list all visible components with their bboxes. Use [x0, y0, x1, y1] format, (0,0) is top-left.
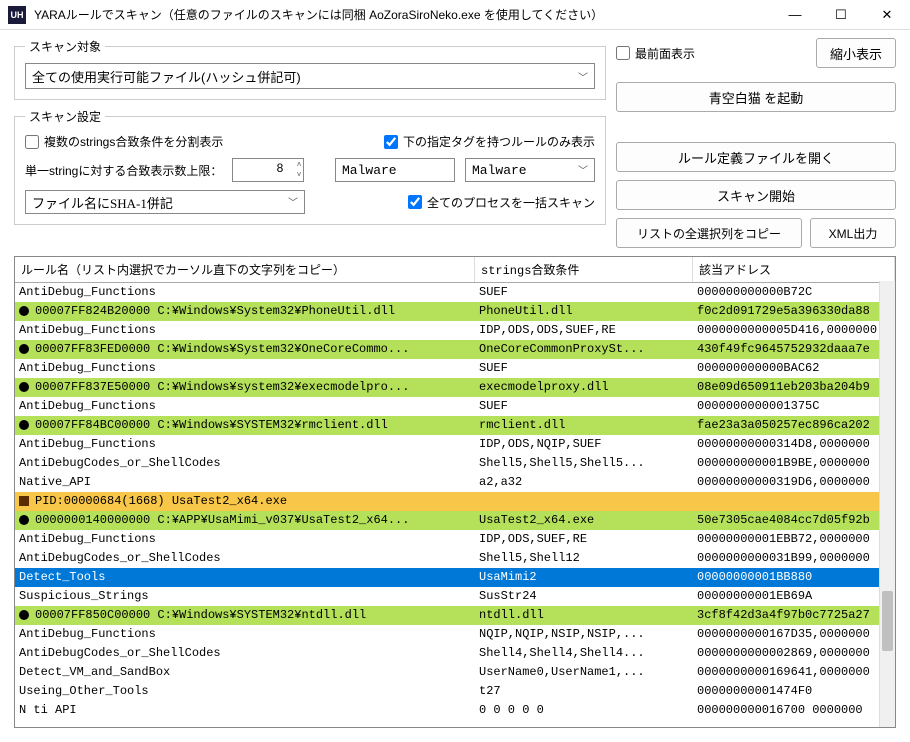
open-rule-button[interactable]: ルール定義ファイルを開く [616, 142, 896, 172]
scan-target-value: 全ての使用実行可能ファイル(ハッシュ併記可) [32, 67, 301, 86]
table-row[interactable]: AntiDebug_FunctionsSUEF000000000000B72C [15, 283, 895, 302]
table-row[interactable]: Useing_Other_Toolst2700000000001474F0 [15, 682, 895, 701]
tag2-combo[interactable]: Malware ﹀ [465, 158, 595, 182]
xml-output-button[interactable]: XML出力 [810, 218, 896, 248]
table-row[interactable]: AntiDebug_FunctionsNQIP,NQIP,NSIP,NSIP,.… [15, 625, 895, 644]
table-row[interactable]: Detect_VM_and_SandBoxUserName0,UserName1… [15, 663, 895, 682]
close-button[interactable]: ✕ [864, 0, 910, 30]
launch-button[interactable]: 青空白猫 を起動 [616, 82, 896, 112]
bullet-icon [19, 344, 29, 354]
table-row[interactable]: AntiDebug_FunctionsIDP,ODS,SUEF,RE000000… [15, 530, 895, 549]
vertical-scrollbar[interactable] [879, 281, 895, 727]
stepper-icon: ˄˅ [297, 160, 302, 180]
file-sha1-combo[interactable]: ファイル名にSHA-1併記 ﹀ [25, 190, 305, 214]
start-scan-button[interactable]: スキャン開始 [616, 180, 896, 210]
table-row[interactable]: 00007FF837E50000 C:¥Windows¥system32¥exe… [15, 378, 895, 397]
left-column: スキャン対象 全ての使用実行可能ファイル(ハッシュ併記可) ﹀ スキャン設定 複… [14, 38, 606, 248]
table-row[interactable]: AntiDebug_FunctionsIDP,ODS,NQIP,SUEF0000… [15, 435, 895, 454]
bullet-icon [19, 382, 29, 392]
table-row[interactable]: 00007FF84BC00000 C:¥Windows¥SYSTEM32¥rmc… [15, 416, 895, 435]
table-row[interactable]: AntiDebugCodes_or_ShellCodesShell4,Shell… [15, 644, 895, 663]
bullet-icon [19, 420, 29, 430]
window-controls: — ☐ ✕ [772, 0, 910, 30]
single-string-stepper[interactable]: 8 ˄˅ [232, 158, 304, 182]
tag1-combo[interactable]: Malware [335, 158, 455, 182]
bullet-icon [19, 515, 29, 525]
col-strings-match[interactable]: strings合致条件 [475, 257, 693, 282]
scan-settings-legend: スキャン設定 [25, 108, 105, 125]
tag-only-checkbox[interactable]: 下の指定タグを持つルールのみ表示 [384, 133, 595, 150]
chevron-down-icon: ﹀ [578, 69, 588, 84]
minimize-button[interactable]: — [772, 0, 818, 30]
content-area: スキャン対象 全ての使用実行可能ファイル(ハッシュ併記可) ﹀ スキャン設定 複… [0, 30, 910, 256]
col-address[interactable]: 該当アドレス [693, 257, 895, 282]
titlebar: UH YARAルールでスキャン（任意のファイルのスキャンには同梱 AoZoraS… [0, 0, 910, 30]
topmost-checkbox[interactable]: 最前面表示 [616, 45, 695, 62]
table-row[interactable]: AntiDebug_FunctionsSUEF0000000000001375C [15, 397, 895, 416]
table-body[interactable]: AntiDebug_FunctionsSUEF000000000000B72C0… [15, 283, 895, 727]
table-header: ルール名（リスト内選択でカーソル直下の文字列をコピー） strings合致条件 … [15, 257, 895, 283]
right-column: 最前面表示 縮小表示 青空白猫 を起動 ルール定義ファイルを開く スキャン開始 … [616, 38, 896, 248]
window-title: YARAルールでスキャン（任意のファイルのスキャンには同梱 AoZoraSiro… [34, 6, 772, 23]
table-row[interactable]: AntiDebugCodes_or_ShellCodesShell5,Shell… [15, 454, 895, 473]
scan-target-group: スキャン対象 全ての使用実行可能ファイル(ハッシュ併記可) ﹀ [14, 38, 606, 100]
split-display-checkbox[interactable]: 複数のstrings合致条件を分割表示 [25, 133, 223, 150]
table-row[interactable]: Native_APIa2,a3200000000000319D6,0000000 [15, 473, 895, 492]
table-row[interactable]: 00007FF824B20000 C:¥Windows¥System32¥Pho… [15, 302, 895, 321]
table-row[interactable]: PID:00000684(1668) UsaTest2_x64.exe [15, 492, 895, 511]
maximize-button[interactable]: ☐ [818, 0, 864, 30]
scan-target-legend: スキャン対象 [25, 38, 105, 55]
scrollbar-thumb[interactable] [882, 591, 893, 651]
scan-settings-group: スキャン設定 複数のstrings合致条件を分割表示 下の指定タグを持つルールの… [14, 108, 606, 225]
table-row[interactable]: Suspicious_StringsSusStr2400000000001EB6… [15, 587, 895, 606]
single-string-label: 単一stringに対する合致表示数上限： [25, 162, 222, 179]
table-row[interactable]: 0000000140000000 C:¥APP¥UsaMimi_v037¥Usa… [15, 511, 895, 530]
results-table: ルール名（リスト内選択でカーソル直下の文字列をコピー） strings合致条件 … [14, 256, 896, 728]
app-icon: UH [8, 6, 26, 24]
copy-columns-button[interactable]: リストの全選択列をコピー [616, 218, 802, 248]
square-icon [19, 496, 29, 506]
table-row[interactable]: AntiDebug_FunctionsSUEF000000000000BAC62 [15, 359, 895, 378]
table-row[interactable]: AntiDebug_FunctionsIDP,ODS,ODS,SUEF,RE00… [15, 321, 895, 340]
shrink-button[interactable]: 縮小表示 [816, 38, 896, 68]
table-row[interactable]: AntiDebugCodes_or_ShellCodesShell5,Shell… [15, 549, 895, 568]
all-process-checkbox[interactable]: 全てのプロセスを一括スキャン [408, 194, 595, 211]
table-row[interactable]: 00007FF83FED0000 C:¥Windows¥System32¥One… [15, 340, 895, 359]
scan-target-select[interactable]: 全ての使用実行可能ファイル(ハッシュ併記可) ﹀ [25, 63, 595, 89]
chevron-down-icon: ﹀ [288, 194, 298, 210]
table-row[interactable]: N ti API 0 0 0 0 0000000000016700 000000… [15, 701, 895, 720]
table-row[interactable]: Detect_ToolsUsaMimi200000000001BB880 [15, 568, 895, 587]
col-rule-name[interactable]: ルール名（リスト内選択でカーソル直下の文字列をコピー） [15, 257, 475, 282]
bullet-icon [19, 610, 29, 620]
bullet-icon [19, 306, 29, 316]
table-row[interactable]: 00007FF850C00000 C:¥Windows¥SYSTEM32¥ntd… [15, 606, 895, 625]
chevron-down-icon: ﹀ [578, 162, 588, 178]
